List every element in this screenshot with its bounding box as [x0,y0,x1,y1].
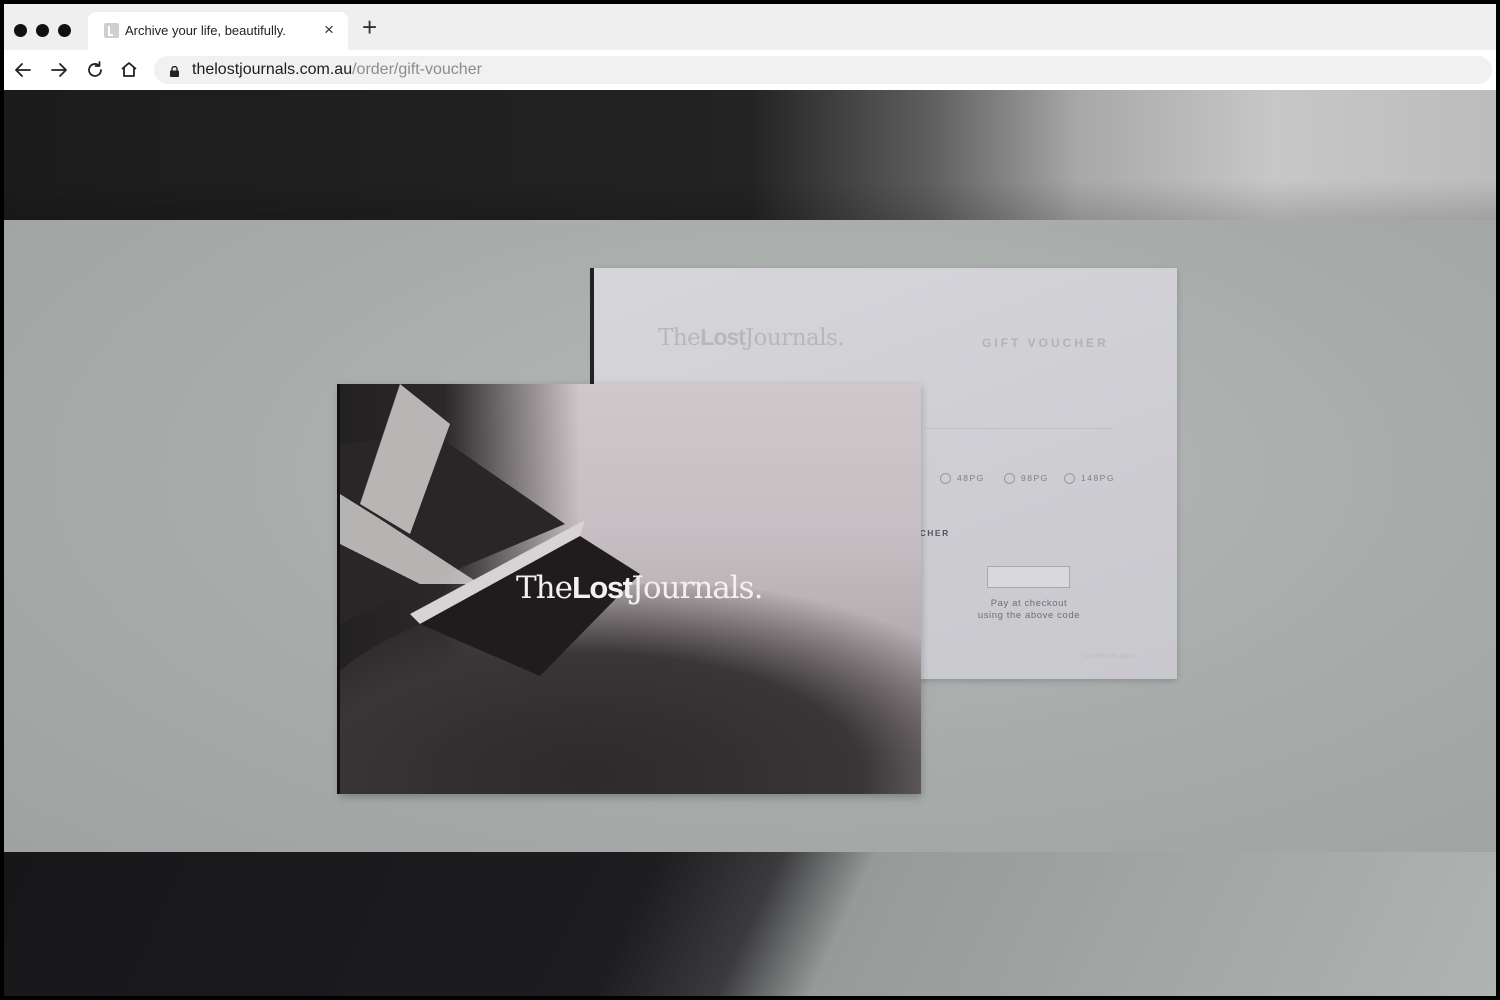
arrow-right-icon[interactable] [46,57,72,83]
window-zoom-dot[interactable] [58,24,71,37]
address-bar[interactable]: thelostjournals.com.au/order/gift-vouche… [154,56,1492,84]
reload-icon[interactable] [82,57,108,83]
voucher-fine-print: Conditions apply [1084,653,1136,660]
favicon-icon [104,23,119,38]
voucher-code-box [987,566,1070,588]
home-icon[interactable] [116,57,142,83]
new-tab-icon[interactable]: + [362,14,377,40]
voucher-divider [924,428,1114,429]
lock-icon [170,64,179,77]
photo-shadow-band-top [4,90,1496,220]
voucher-option-98pg: 98PG [1004,473,1049,487]
tab-title: Archive your life, beautifully. [125,23,286,38]
browser-toolbar: thelostjournals.com.au/order/gift-vouche… [4,50,1496,90]
tab-active[interactable]: Archive your life, beautifully. × [88,12,348,50]
url-path: /order/gift-voucher [352,61,482,78]
photo-shadow-band-bottom [4,852,1496,996]
url-host: thelostjournals.com.au [192,61,353,78]
voucher-logo: TheLostJournals. [658,324,845,351]
gift-cover-card: TheLostJournals. [340,384,921,794]
tab-strip: Archive your life, beautifully. × + [4,4,1496,50]
radio-circle-icon [1064,473,1075,485]
radio-circle-icon [1004,473,1015,485]
tab-close-icon[interactable]: × [324,20,334,40]
window-close-dot[interactable] [14,24,27,37]
voucher-option-148pg: 148PG [1064,473,1115,487]
voucher-option-48pg: 48PG [940,473,985,487]
radio-circle-icon [940,473,951,485]
arrow-left-icon[interactable] [10,57,36,83]
url-text: thelostjournals.com.au/order/gift-vouche… [192,61,482,79]
cover-logo: TheLostJournals. [516,570,763,606]
voucher-pay-note: Pay at checkout using the above code [977,598,1081,621]
browser-window: Archive your life, beautifully. × + thel… [4,4,1496,996]
page-hero-photo: TheLostJournals. GIFT VOUCHER 48PG 98PG … [4,90,1496,996]
window-minimize-dot[interactable] [36,24,49,37]
voucher-title: GIFT VOUCHER [982,336,1109,350]
